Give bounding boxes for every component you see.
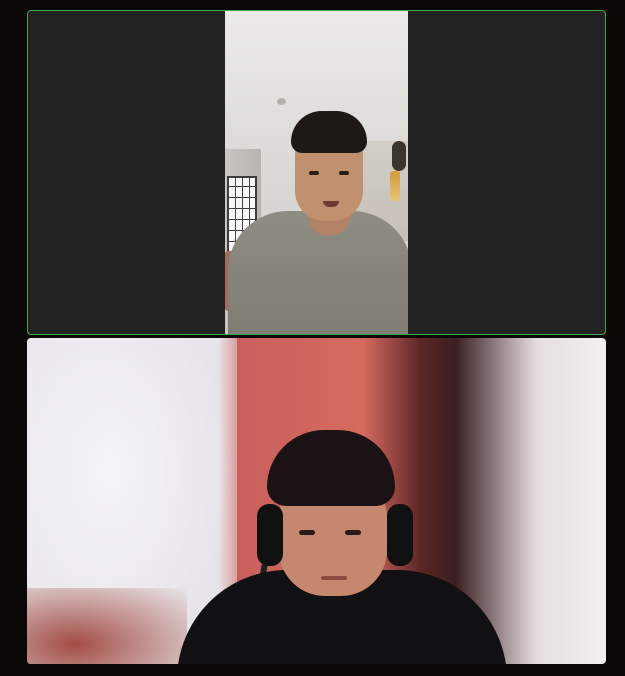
person-hair xyxy=(267,430,395,506)
headset-icon xyxy=(257,504,283,566)
person-mouth xyxy=(321,576,347,580)
video-feed xyxy=(27,338,606,664)
blurred-background xyxy=(27,588,187,664)
background-decoration xyxy=(390,171,400,201)
person-hair xyxy=(291,111,367,153)
ceiling-lamp xyxy=(277,98,286,105)
participant-tile[interactable] xyxy=(27,338,606,664)
video-feed xyxy=(225,11,408,334)
participant-tile-active-speaker[interactable] xyxy=(27,10,606,335)
background-balloon xyxy=(392,141,406,171)
person-eye xyxy=(299,530,315,535)
person-eye xyxy=(309,171,319,175)
meeting-gallery xyxy=(0,0,625,676)
headset-icon xyxy=(387,504,413,566)
person-eye xyxy=(345,530,361,535)
person-eye xyxy=(339,171,349,175)
